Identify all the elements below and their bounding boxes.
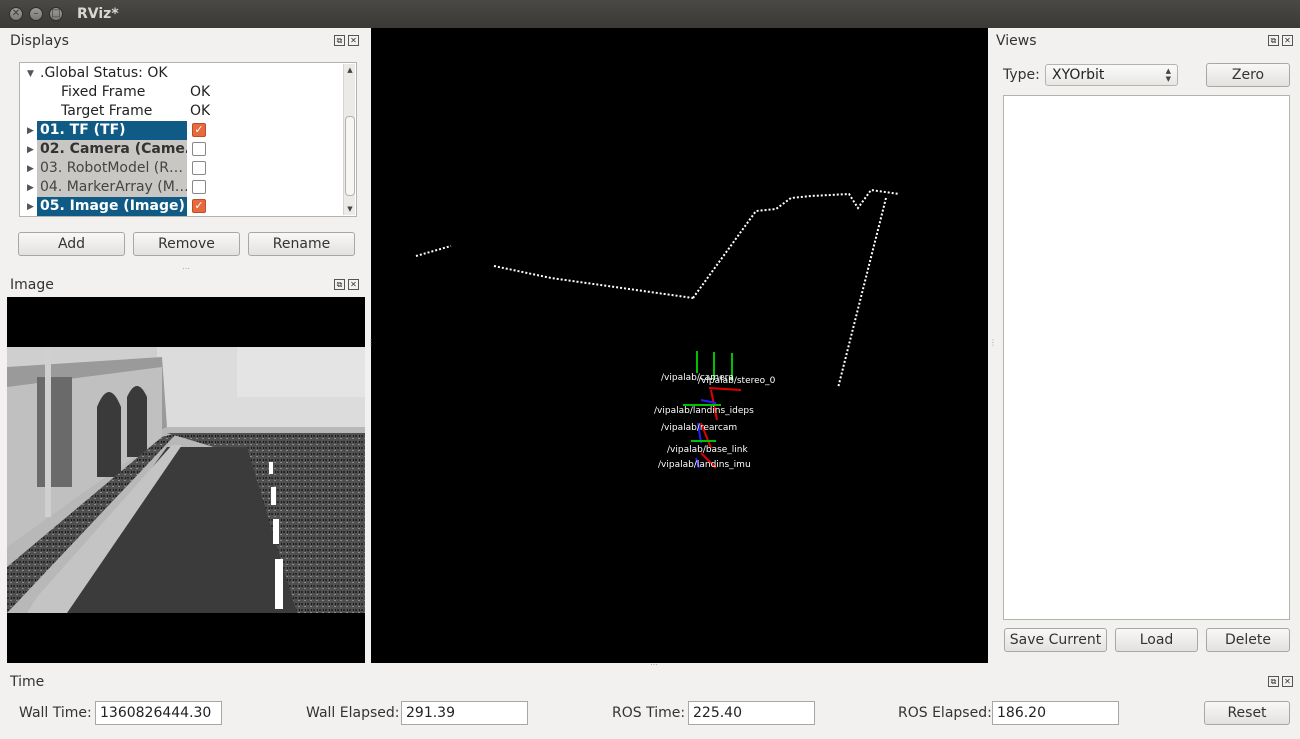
remove-button[interactable]: Remove: [133, 232, 240, 256]
float-panel-icon[interactable]: ⧉: [1268, 35, 1279, 46]
scroll-down-icon[interactable]: ▼: [345, 205, 355, 213]
checkbox-robotmodel[interactable]: [192, 161, 206, 175]
checkbox-markerarray[interactable]: [192, 180, 206, 194]
reset-button[interactable]: Reset: [1204, 701, 1290, 725]
displays-tree[interactable]: ▼ .Global Status: OK Fixed Frame OK Targ…: [19, 62, 357, 217]
splitter-handle[interactable]: ⋯: [650, 660, 658, 669]
render-3d-view[interactable]: /vipalab/camera /vipalab/stereo_0 /vipal…: [371, 28, 988, 663]
tf-frame-label: /vipalab/base_link: [667, 445, 749, 455]
maximize-window-button[interactable]: □: [49, 7, 63, 21]
camera-image: [7, 347, 365, 613]
title-bar: ✕ – □ RViz*: [0, 0, 1300, 28]
collapsed-arrow-icon[interactable]: ▶: [27, 126, 34, 136]
collapsed-arrow-icon[interactable]: ▶: [27, 145, 34, 155]
close-panel-icon[interactable]: ✕: [348, 35, 359, 46]
delete-button[interactable]: Delete: [1206, 628, 1290, 652]
float-panel-icon[interactable]: ⧉: [334, 35, 345, 46]
ros-elapsed-label: ROS Elapsed:: [898, 705, 992, 721]
float-panel-icon[interactable]: ⧉: [334, 279, 345, 290]
load-button[interactable]: Load: [1115, 628, 1198, 652]
wall-time-label: Wall Time:: [19, 705, 92, 721]
wall-time-field[interactable]: 1360826444.30: [95, 701, 222, 725]
view-type-select[interactable]: XYOrbit ▲ ▼: [1045, 64, 1178, 86]
tree-scrollbar[interactable]: ▲ ▼: [343, 64, 355, 215]
tf-frame-label: /vipalab/rearcam: [661, 423, 737, 433]
splitter-handle[interactable]: ⋯: [182, 264, 190, 273]
view-type-label: Type:: [1003, 67, 1040, 83]
scroll-thumb[interactable]: [345, 116, 355, 196]
float-panel-icon[interactable]: ⧉: [1268, 676, 1279, 687]
ros-time-label: ROS Time:: [612, 705, 686, 721]
save-current-button[interactable]: Save Current: [1004, 628, 1107, 652]
tf-frame-label: /vipalab/landins_imu: [658, 460, 751, 470]
ros-time-field[interactable]: 225.40: [688, 701, 815, 725]
updown-arrows-icon: ▲ ▼: [1165, 67, 1171, 83]
expanded-arrow-icon[interactable]: ▼: [27, 69, 34, 79]
scroll-up-icon[interactable]: ▲: [345, 66, 355, 74]
camera-image-view: [7, 297, 365, 663]
zero-button[interactable]: Zero: [1206, 63, 1290, 87]
splitter-handle[interactable]: ⋮: [989, 338, 997, 347]
close-panel-icon[interactable]: ✕: [1282, 676, 1293, 687]
image-panel-title: Image: [10, 277, 54, 293]
close-panel-icon[interactable]: ✕: [348, 279, 359, 290]
wall-elapsed-field[interactable]: 291.39: [401, 701, 528, 725]
minimize-window-button[interactable]: –: [29, 7, 43, 21]
tf-frame-label: /vipalab/landins_ideps: [654, 406, 754, 416]
tf-frame-label: /vipalab/stereo_0: [698, 376, 776, 386]
displays-panel-title: Displays: [10, 33, 69, 49]
checkbox-tf[interactable]: ✓: [192, 123, 206, 137]
collapsed-arrow-icon[interactable]: ▶: [27, 164, 34, 174]
laser-scan-visualization: /vipalab/camera /vipalab/stereo_0 /vipal…: [415, 188, 900, 470]
collapsed-arrow-icon[interactable]: ▶: [27, 202, 34, 212]
add-button[interactable]: Add: [18, 232, 125, 256]
close-panel-icon[interactable]: ✕: [1282, 35, 1293, 46]
time-panel-title: Time: [10, 674, 45, 690]
wall-elapsed-label: Wall Elapsed:: [306, 705, 400, 721]
main-window: Displays ⧉ ✕ ▼ .Global Status: OK Fixed …: [0, 28, 1300, 739]
views-panel-title: Views: [996, 33, 1037, 49]
window-title: RViz*: [77, 6, 119, 22]
rename-button[interactable]: Rename: [248, 232, 355, 256]
checkbox-image[interactable]: ✓: [192, 199, 206, 213]
splitter-handle[interactable]: ⋮: [367, 338, 375, 347]
checkbox-camera[interactable]: [192, 142, 206, 156]
collapsed-arrow-icon[interactable]: ▶: [27, 183, 34, 193]
ros-elapsed-field[interactable]: 186.20: [992, 701, 1119, 725]
close-window-button[interactable]: ✕: [9, 7, 23, 21]
views-list[interactable]: [1003, 95, 1290, 620]
